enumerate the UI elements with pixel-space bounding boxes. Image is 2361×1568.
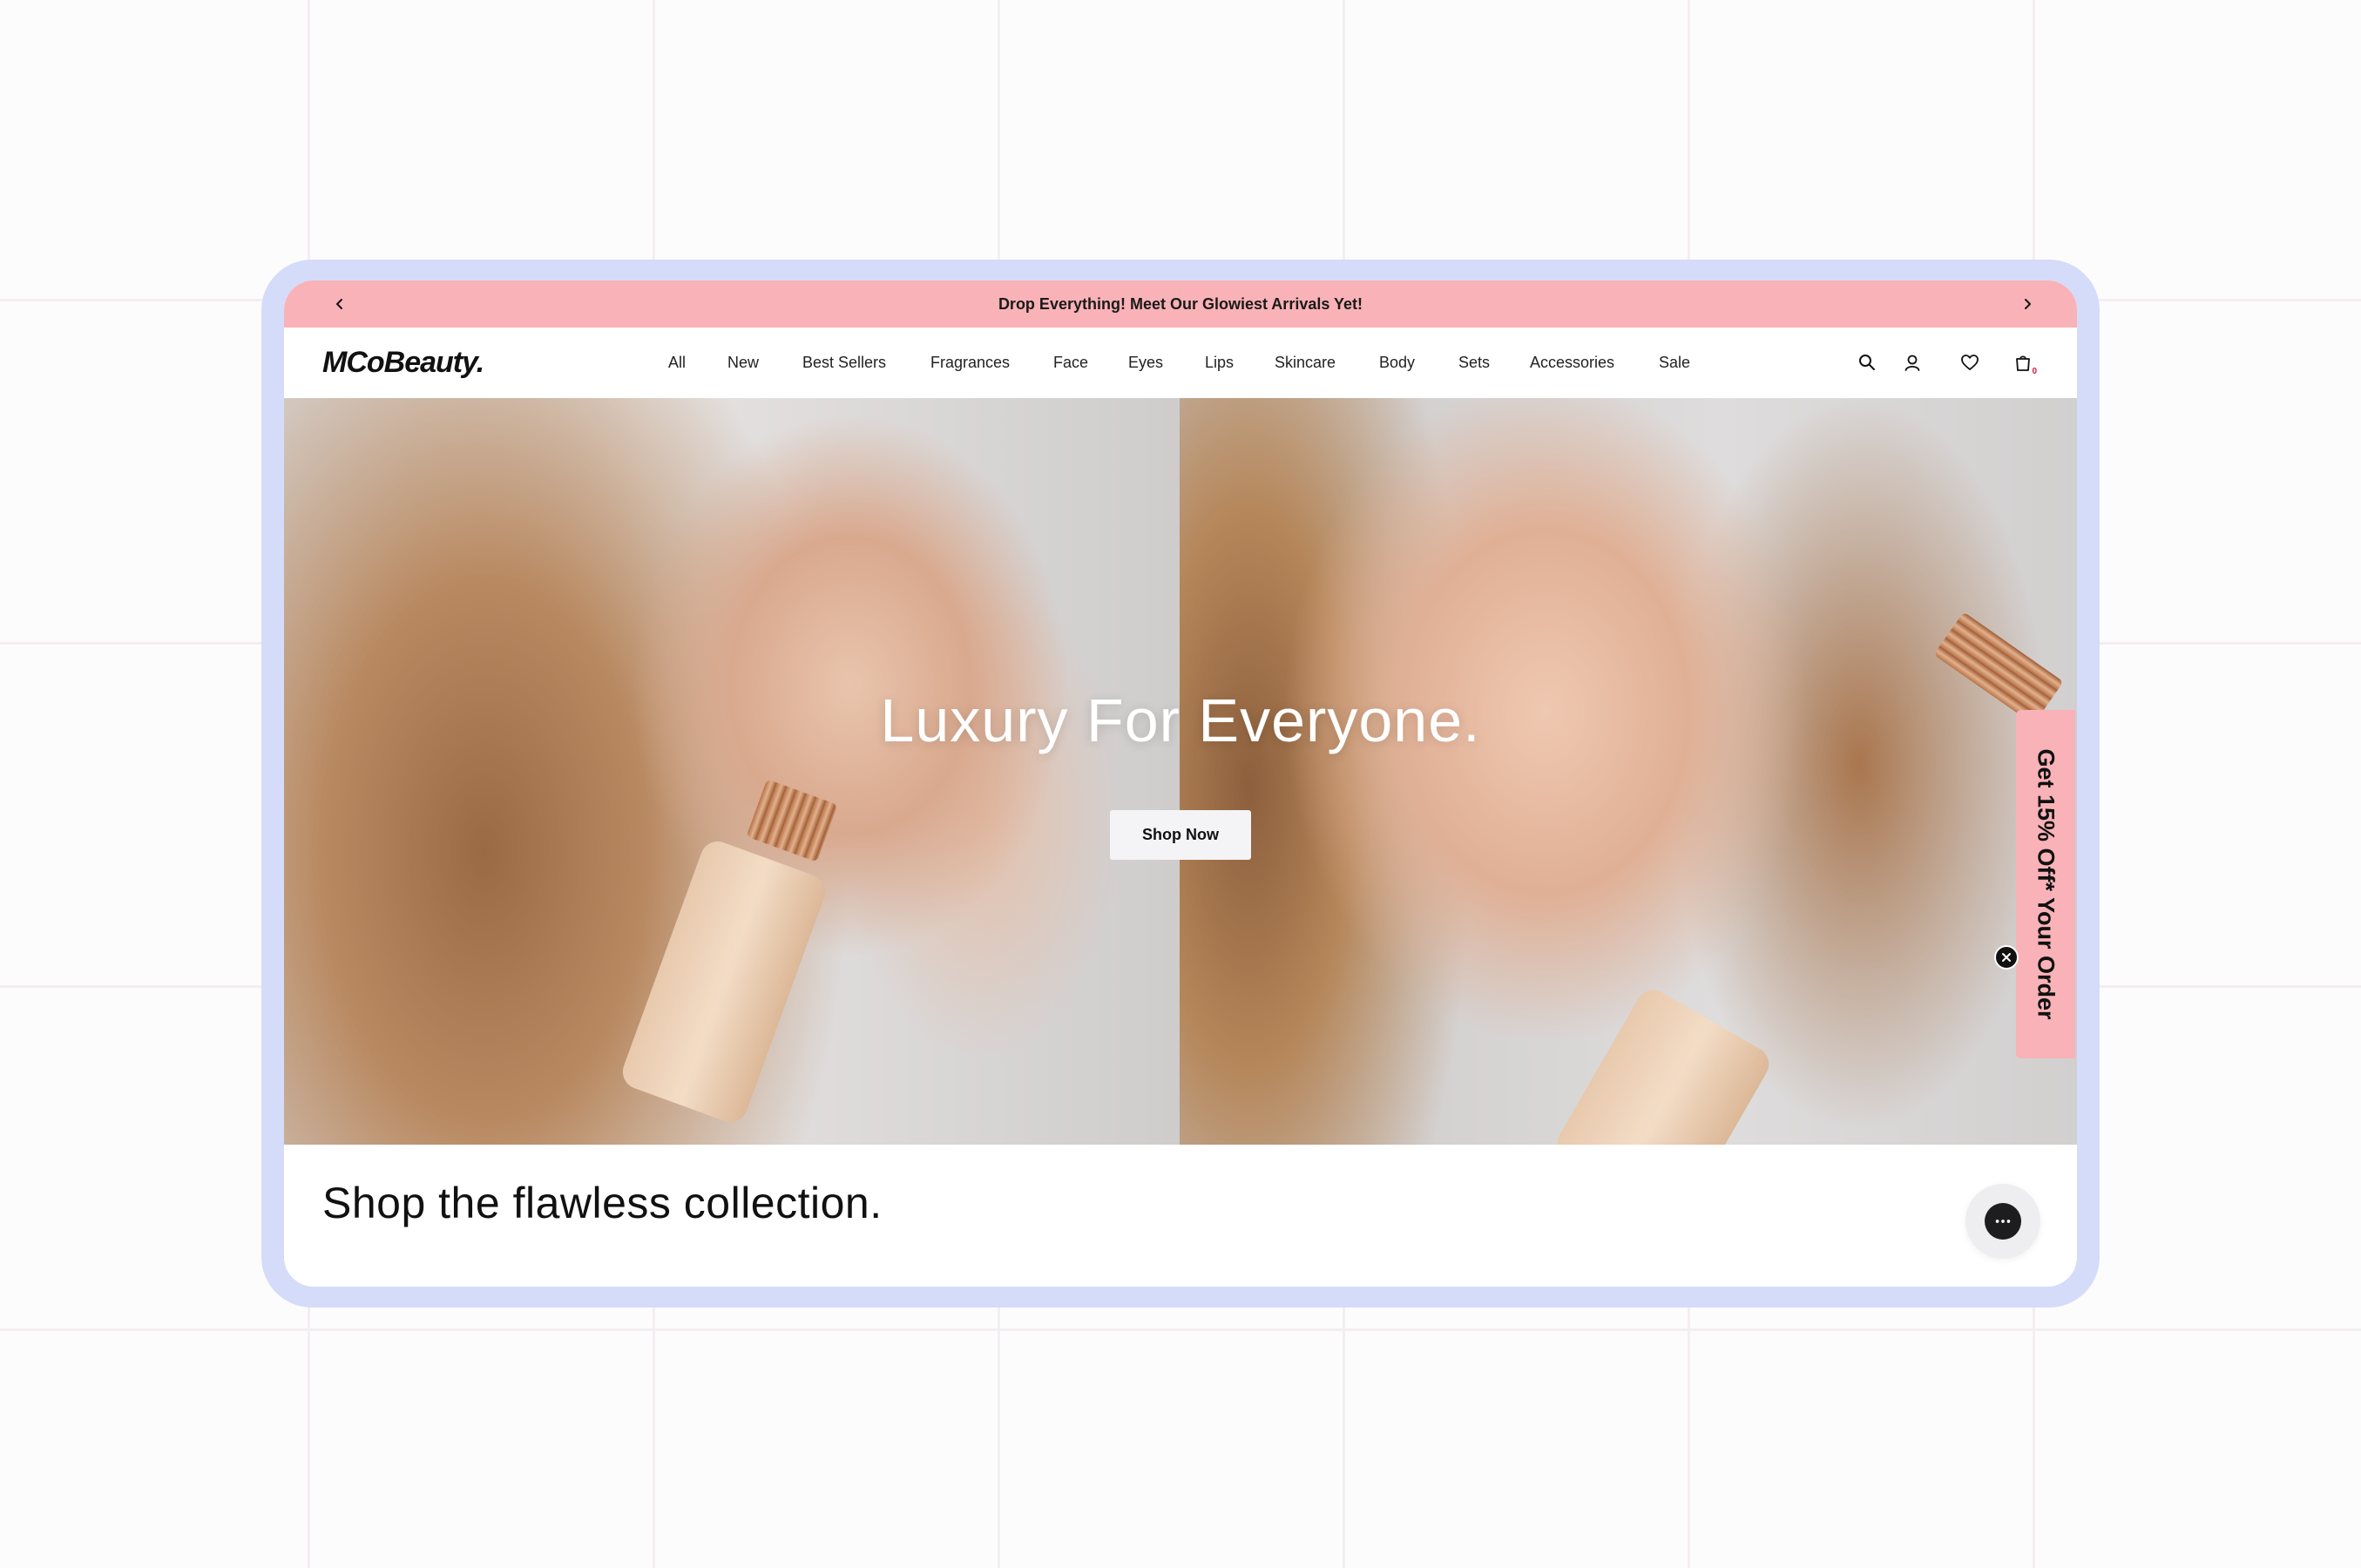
search-button[interactable] (1855, 350, 1879, 375)
website-screen: Drop Everything! Meet Our Glowiest Arriv… (284, 280, 2077, 1287)
announcement-next-button[interactable] (2004, 280, 2051, 328)
nav-item-fragrances[interactable]: Fragrances (930, 328, 1010, 398)
cart-count-badge: 0 (2032, 367, 2037, 376)
hero-banner[interactable]: Luxury For Everyone. Shop Now Get 15% Of… (284, 398, 2077, 1145)
announcement-bar: Drop Everything! Meet Our Glowiest Arriv… (284, 280, 2077, 328)
cart-button[interactable]: 0 (2011, 350, 2037, 376)
account-button[interactable] (1900, 350, 1925, 375)
nav-item-body[interactable]: Body (1379, 328, 1415, 398)
product-bottle (618, 836, 830, 1127)
account-icon (1904, 355, 1920, 371)
search-icon (1859, 355, 1875, 370)
nav-item-new[interactable]: New (727, 328, 759, 398)
nav-item-accessories[interactable]: Accessories (1530, 328, 1614, 398)
wishlist-heart-icon (1961, 355, 1979, 370)
discount-promo-tab[interactable]: Get 15% Off* Your Order (2016, 710, 2075, 1058)
hero-title: Luxury For Everyone. (880, 686, 1481, 754)
section-title: Shop the flawless collection. (322, 1179, 883, 1227)
hero-image-right (1180, 398, 2077, 1145)
chat-icon (1985, 1203, 2021, 1240)
main-nav: All New Best Sellers Fragrances Face Eye… (284, 328, 2077, 398)
promo-close-button[interactable] (1994, 945, 2019, 970)
cart-bag-icon (2016, 355, 2030, 371)
nav-item-lips[interactable]: Lips (1205, 328, 1234, 398)
nav-item-sale[interactable]: Sale (1659, 328, 1690, 398)
promo-tab-text: Get 15% Off* Your Order (2033, 748, 2060, 1020)
nav-item-eyes[interactable]: Eyes (1128, 328, 1163, 398)
chat-button[interactable] (1965, 1184, 2040, 1259)
nav-item-all[interactable]: All (668, 328, 686, 398)
product-bottle-cap (746, 779, 838, 862)
nav-item-face[interactable]: Face (1053, 328, 1088, 398)
announcement-text[interactable]: Drop Everything! Meet Our Glowiest Arriv… (284, 280, 2077, 328)
hero-image-left (284, 398, 1180, 1145)
nav-item-sets[interactable]: Sets (1458, 328, 1490, 398)
product-bottle (1551, 983, 1776, 1145)
nav-item-best-sellers[interactable]: Best Sellers (802, 328, 886, 398)
site-header: MCoBeauty. All New Best Sellers Fragranc… (284, 328, 2077, 398)
chevron-right-icon (2025, 299, 2031, 309)
close-icon (2002, 953, 2011, 962)
nav-item-skincare[interactable]: Skincare (1275, 328, 1336, 398)
wishlist-button[interactable] (1958, 350, 1982, 375)
shop-now-button[interactable]: Shop Now (1110, 810, 1251, 860)
